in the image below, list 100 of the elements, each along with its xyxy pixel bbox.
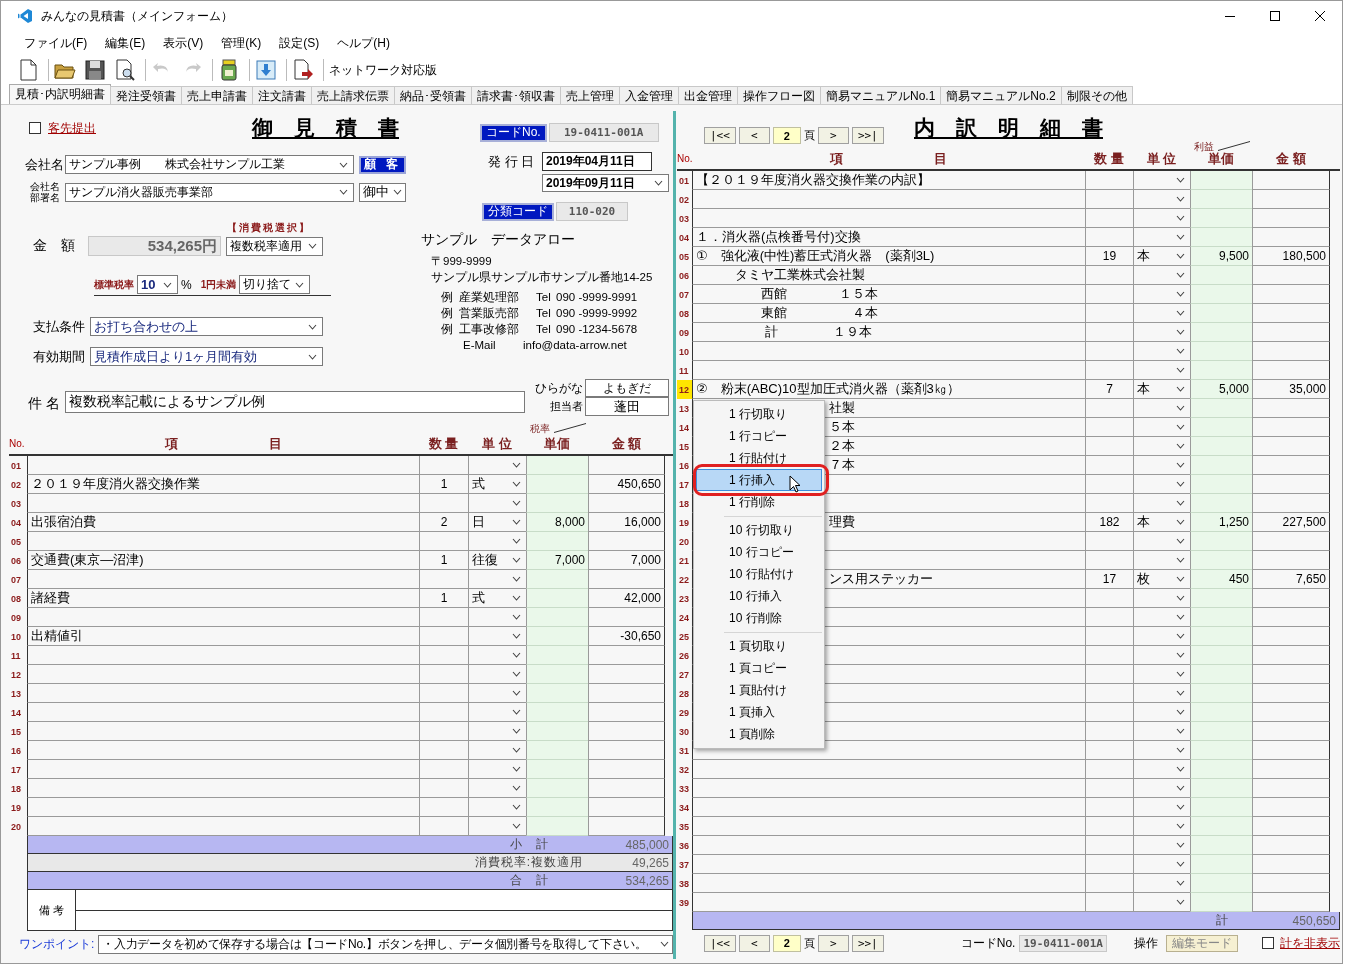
table-cell[interactable] (1085, 665, 1133, 684)
table-cell[interactable] (1085, 171, 1133, 190)
table-cell[interactable]: 450,650 (588, 475, 665, 494)
table-cell[interactable] (588, 779, 665, 798)
table-cell[interactable] (1252, 779, 1330, 798)
table-cell[interactable] (419, 703, 468, 722)
table-cell[interactable] (27, 760, 419, 779)
table-cell[interactable] (1252, 646, 1330, 665)
checkbox[interactable] (1262, 937, 1274, 949)
last-page-button[interactable]: >>| (851, 934, 884, 952)
table-cell[interactable] (1252, 532, 1330, 551)
table-cell[interactable] (1252, 361, 1330, 380)
table-cell[interactable] (419, 646, 468, 665)
table-cell[interactable] (1085, 190, 1133, 209)
payment-dropdown[interactable]: お打ち合わせの上 (90, 317, 323, 336)
table-cell[interactable] (588, 760, 665, 779)
tab[interactable]: 簡易マニュアルNo.1 (820, 86, 942, 104)
table-cell[interactable] (27, 779, 419, 798)
table-cell[interactable] (1085, 779, 1133, 798)
table-cell[interactable] (1252, 171, 1330, 190)
table-cell[interactable] (588, 494, 665, 513)
table-cell[interactable] (1085, 266, 1133, 285)
table-cell[interactable]: 交通費(東京―沼津) (27, 551, 419, 570)
table-cell[interactable] (1252, 209, 1330, 228)
table-cell[interactable]: 出張宿泊費 (27, 513, 419, 532)
table-cell[interactable] (588, 532, 665, 551)
table-cell[interactable] (1085, 646, 1133, 665)
table-cell[interactable] (1085, 551, 1133, 570)
menu-item[interactable]: 10 行コピー (696, 541, 822, 563)
table-cell[interactable] (1252, 608, 1330, 627)
table-cell[interactable] (1252, 798, 1330, 817)
table-cell[interactable] (1252, 741, 1330, 760)
table-cell[interactable] (1252, 190, 1330, 209)
table-cell[interactable]: 42,000 (588, 589, 665, 608)
table-cell[interactable] (1085, 437, 1133, 456)
save-icon[interactable] (82, 57, 108, 83)
checkbox[interactable] (29, 122, 41, 134)
code-field[interactable]: 19-0411-001A (1019, 934, 1107, 952)
code-field[interactable]: 19-0411-001A (548, 123, 659, 142)
table-cell[interactable] (27, 703, 419, 722)
table-cell[interactable] (1252, 722, 1330, 741)
tax-mode-dropdown[interactable]: 複数税率適用 (226, 236, 323, 256)
table-cell[interactable]: 1 (419, 551, 468, 570)
menu-item[interactable]: 編集(E) (98, 32, 153, 54)
tab[interactable]: 請求書･領収書 (471, 86, 561, 104)
tab[interactable]: 出金管理 (678, 86, 738, 104)
table-cell[interactable] (1085, 760, 1133, 779)
table-cell[interactable] (1085, 494, 1133, 513)
table-cell[interactable] (1085, 836, 1133, 855)
table-cell[interactable] (692, 779, 1085, 798)
menu-item[interactable]: 1 頁貼付け (696, 679, 822, 701)
date-dropdown[interactable]: 2019年09月11日 (542, 174, 669, 192)
menu-item[interactable]: 表示(V) (156, 32, 211, 54)
table-cell[interactable] (1085, 589, 1133, 608)
table-cell[interactable] (1252, 304, 1330, 323)
table-cell[interactable] (1252, 399, 1330, 418)
table-cell[interactable]: 19 (1085, 247, 1133, 266)
table-cell[interactable]: 16,000 (588, 513, 665, 532)
table-cell[interactable] (1252, 456, 1330, 475)
tab[interactable]: 売上請求伝票 (311, 86, 395, 104)
page-field[interactable]: 2 (772, 934, 801, 952)
table-cell[interactable]: 2 (419, 513, 468, 532)
table-cell[interactable] (692, 874, 1085, 893)
table-cell[interactable] (588, 646, 665, 665)
table-cell[interactable] (419, 665, 468, 684)
tab[interactable]: 売上申請書 (181, 86, 253, 104)
table-cell[interactable] (419, 779, 468, 798)
table-cell[interactable]: 180,500 (1252, 247, 1330, 266)
table-cell[interactable] (1085, 228, 1133, 247)
table-cell[interactable] (588, 570, 665, 589)
tab[interactable]: 売上管理 (560, 86, 620, 104)
table-cell[interactable] (419, 798, 468, 817)
menu-item[interactable]: 10 行削除 (696, 607, 822, 629)
table-cell[interactable]: ２０１９年度消火器交換作業 (27, 475, 419, 494)
tab[interactable]: 見積･内訳明細書 (9, 84, 111, 104)
tab[interactable]: 納品･受領書 (394, 86, 472, 104)
table-cell[interactable]: ② 粉末(ABC)10型加圧式消火器（薬剤3㎏） (692, 380, 1085, 399)
menu-item[interactable]: ヘルプ(H) (330, 32, 397, 54)
table-cell[interactable] (1252, 627, 1330, 646)
table-cell[interactable] (1085, 608, 1133, 627)
table-cell[interactable] (1085, 209, 1133, 228)
table-cell[interactable] (1085, 323, 1133, 342)
tab[interactable]: 簡易マニュアルNo.2 (940, 86, 1062, 104)
table-cell[interactable] (27, 494, 419, 513)
tip-dropdown[interactable]: ・入力データを初めて保存する場合は【コードNo.】ボタンを押し、データ個別番号を取得して下さい。 (98, 934, 673, 954)
table-cell[interactable] (419, 741, 468, 760)
table-cell[interactable] (1252, 266, 1330, 285)
table-cell[interactable]: -30,650 (588, 627, 665, 646)
table-cell[interactable] (1085, 874, 1133, 893)
table-cell[interactable] (1085, 627, 1133, 646)
table-cell[interactable] (692, 836, 1085, 855)
table-cell[interactable]: 7,000 (588, 551, 665, 570)
table-cell[interactable] (419, 684, 468, 703)
table-cell[interactable] (692, 190, 1085, 209)
table-cell[interactable] (1085, 285, 1133, 304)
table-cell[interactable]: 出精値引 (27, 627, 419, 646)
table-cell[interactable] (1252, 342, 1330, 361)
table-cell[interactable] (692, 342, 1085, 361)
table-cell[interactable] (1085, 361, 1133, 380)
menu-item[interactable]: 1 行削除 (696, 491, 822, 513)
